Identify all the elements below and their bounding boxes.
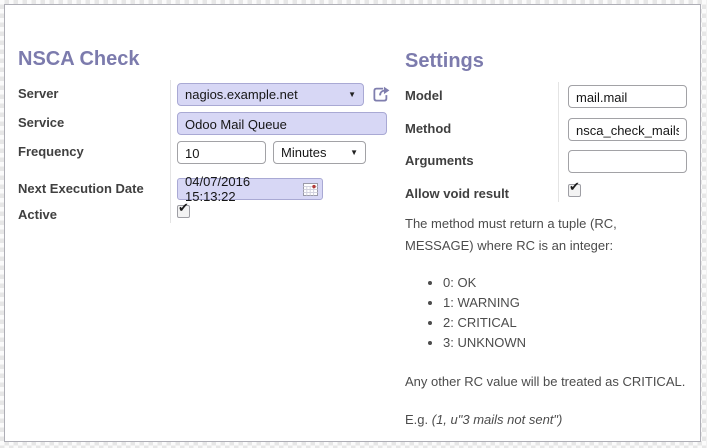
external-link-icon bbox=[371, 85, 391, 104]
frequency-unit-value: Minutes bbox=[281, 145, 327, 160]
method-input[interactable] bbox=[568, 118, 687, 141]
field-row-service: Service bbox=[18, 112, 398, 135]
settings-section: Settings Model Method Arguments bbox=[405, 49, 700, 431]
help-example-code: (1, u"3 mails not sent") bbox=[432, 412, 563, 427]
help-intro-line1: The method must return a tuple (RC, bbox=[405, 213, 700, 235]
field-grid-left: Server nagios.example.net ▼ bbox=[18, 83, 398, 222]
help-example-prefix: E.g. bbox=[405, 412, 432, 427]
section-title-nsca-check: NSCA Check bbox=[18, 47, 398, 71]
server-select[interactable]: nagios.example.net ▼ bbox=[177, 83, 364, 106]
arguments-label: Arguments bbox=[405, 150, 558, 168]
form-panel: NSCA Check Server nagios.example.net ▼ bbox=[4, 4, 701, 442]
field-row-allow-void-result: Allow void result ✔ bbox=[405, 183, 700, 201]
active-checkbox[interactable]: ✔ bbox=[177, 205, 190, 218]
calendar-icon bbox=[303, 183, 318, 196]
return-code-item: 3: UNKNOWN bbox=[443, 333, 700, 353]
checkmark-icon: ✔ bbox=[178, 201, 189, 214]
method-label: Method bbox=[405, 118, 558, 136]
frequency-label: Frequency bbox=[18, 141, 170, 159]
chevron-down-icon: ▼ bbox=[350, 149, 358, 157]
frequency-unit-select[interactable]: Minutes ▼ bbox=[273, 141, 366, 164]
next-execution-date-input[interactable]: 04/07/2016 15:13:22 bbox=[177, 178, 323, 200]
checkmark-icon: ✔ bbox=[569, 180, 580, 193]
help-example: E.g. (1, u"3 mails not sent") bbox=[405, 409, 700, 431]
model-input[interactable] bbox=[568, 85, 687, 108]
next-execution-date-label: Next Execution Date bbox=[18, 178, 170, 196]
next-execution-date-value: 04/07/2016 15:13:22 bbox=[185, 174, 298, 204]
return-code-item: 0: OK bbox=[443, 273, 700, 293]
arguments-input[interactable] bbox=[568, 150, 687, 173]
section-title-settings: Settings bbox=[405, 49, 700, 73]
field-row-active: Active ✔ bbox=[18, 204, 398, 222]
field-row-frequency: Frequency Minutes ▼ bbox=[18, 141, 398, 164]
active-label: Active bbox=[18, 204, 170, 222]
field-row-arguments: Arguments bbox=[405, 150, 700, 173]
field-grid-right: Model Method Arguments Allow void result bbox=[405, 85, 700, 201]
open-record-button[interactable] bbox=[371, 85, 391, 104]
service-label: Service bbox=[18, 112, 170, 130]
allow-void-result-label: Allow void result bbox=[405, 183, 558, 201]
method-help-text: The method must return a tuple (RC, MESS… bbox=[405, 213, 700, 431]
datepicker-button[interactable] bbox=[303, 183, 318, 196]
allow-void-result-checkbox[interactable]: ✔ bbox=[568, 184, 581, 197]
return-code-item: 2: CRITICAL bbox=[443, 313, 700, 333]
service-input[interactable] bbox=[177, 112, 387, 135]
return-code-item: 1: WARNING bbox=[443, 293, 700, 313]
return-codes-list: 0: OK 1: WARNING 2: CRITICAL 3: UNKNOWN bbox=[405, 273, 700, 353]
help-note: Any other RC value will be treated as CR… bbox=[405, 371, 700, 393]
field-row-server: Server nagios.example.net ▼ bbox=[18, 83, 398, 106]
field-row-next-execution-date: Next Execution Date 04/07/2016 15:13:22 bbox=[18, 178, 398, 200]
model-label: Model bbox=[405, 85, 558, 103]
server-label: Server bbox=[18, 83, 170, 101]
help-intro-line2: MESSAGE) where RC is an integer: bbox=[405, 235, 700, 257]
field-row-method: Method bbox=[405, 118, 700, 141]
frequency-input[interactable] bbox=[177, 141, 266, 164]
nsca-check-section: NSCA Check Server nagios.example.net ▼ bbox=[18, 47, 398, 222]
chevron-down-icon: ▼ bbox=[348, 91, 356, 99]
field-row-model: Model bbox=[405, 85, 700, 108]
server-select-value: nagios.example.net bbox=[185, 87, 298, 102]
